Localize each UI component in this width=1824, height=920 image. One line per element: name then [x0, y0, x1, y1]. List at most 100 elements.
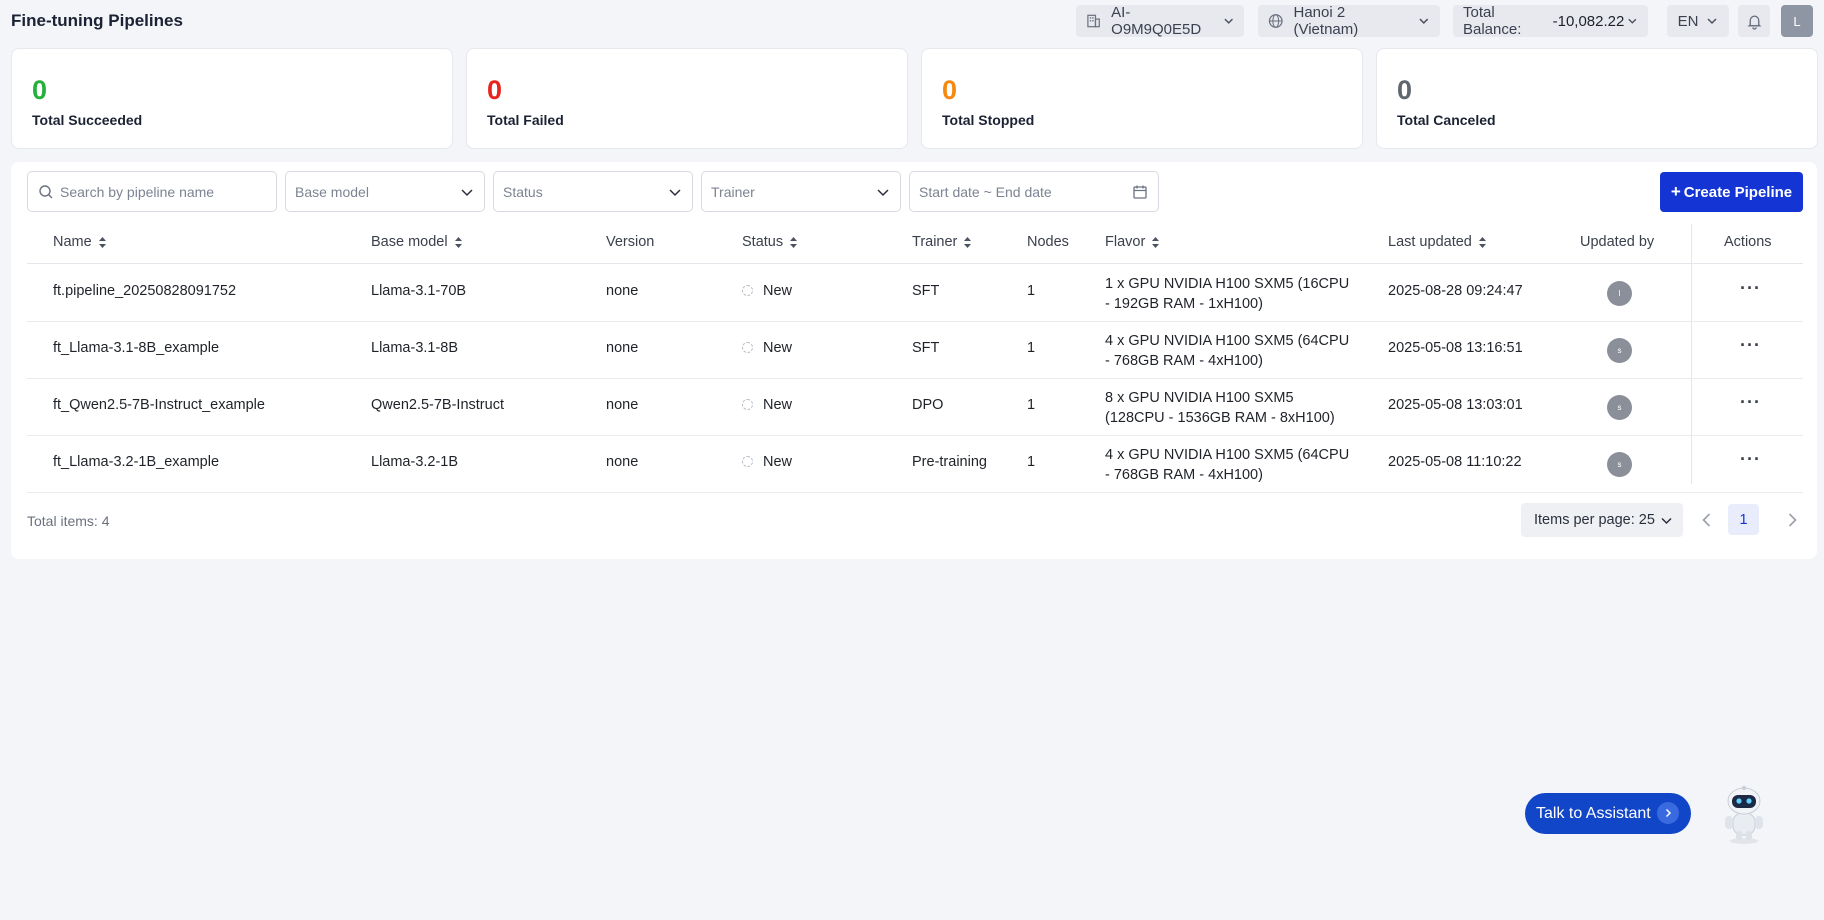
column-header-version: Version — [606, 234, 654, 250]
search-placeholder: Search by pipeline name — [60, 183, 215, 200]
table-row[interactable]: ft_Llama-3.2-1B_example Llama-3.2-1B non… — [27, 436, 1803, 493]
chevron-right-icon — [1657, 802, 1679, 824]
stat-card-stopped: 0 Total Stopped — [921, 48, 1363, 149]
column-header-base-model[interactable]: Base model — [371, 234, 463, 250]
updated-by-avatar: s — [1607, 395, 1632, 420]
total-items: Total items: 4 — [27, 513, 110, 529]
create-pipeline-label: Create Pipeline — [1683, 183, 1793, 201]
column-label: Nodes — [1027, 234, 1069, 250]
page-button-current[interactable]: 1 — [1728, 504, 1759, 535]
cell-version: none — [606, 283, 639, 299]
more-actions-icon[interactable]: ··· — [1740, 335, 1761, 356]
chevron-down-icon — [1419, 18, 1429, 24]
cell-trainer: Pre-training — [912, 454, 987, 470]
cell-base-model: Llama-3.2-1B — [371, 454, 459, 470]
balance-label: Total Balance: — [1463, 4, 1522, 38]
table-row[interactable]: ft_Qwen2.5-7B-Instruct_example Qwen2.5-7… — [27, 379, 1803, 436]
status-pending-icon — [742, 285, 753, 296]
stat-card-canceled: 0 Total Canceled — [1376, 48, 1818, 149]
chevron-right-icon[interactable] — [1782, 510, 1802, 530]
column-label: Version — [606, 234, 655, 250]
cell-trainer: SFT — [912, 283, 940, 299]
cell-flavor: 4 x GPU NVIDIA H100 SXM5 (64CPU - 768GB … — [1105, 447, 1350, 483]
sort-icon — [454, 236, 462, 248]
cell-name[interactable]: ft_Llama-3.2-1B_example — [53, 454, 219, 470]
chevron-down-icon — [669, 189, 681, 197]
search-input[interactable]: Search by pipeline name — [27, 171, 277, 212]
top-bar: Fine-tuning Pipelines AI-O9M9Q0E5D Hanoi… — [0, 0, 1824, 42]
cell-nodes: 1 — [1027, 283, 1036, 299]
cell-name[interactable]: ft_Llama-3.1-8B_example — [53, 340, 219, 356]
column-label: Base model — [371, 234, 448, 250]
column-header-nodes: Nodes — [1027, 234, 1069, 250]
updated-by-avatar: s — [1607, 338, 1632, 363]
status-pending-icon — [742, 456, 753, 467]
stat-label: Total Failed — [487, 112, 564, 128]
cell-version: none — [606, 454, 639, 470]
trainer-select[interactable]: Trainer — [701, 171, 901, 212]
language-label: EN — [1677, 12, 1699, 30]
create-pipeline-button[interactable]: + Create Pipeline — [1660, 172, 1803, 212]
globe-icon — [1268, 14, 1283, 28]
notifications-button[interactable] — [1738, 5, 1770, 37]
base-model-select[interactable]: Base model — [285, 171, 485, 212]
column-header-flavor[interactable]: Flavor — [1105, 234, 1160, 250]
status-pending-icon — [742, 342, 753, 353]
talk-to-assistant-button[interactable]: Talk to Assistant — [1525, 793, 1691, 834]
cell-status: New — [742, 340, 792, 356]
search-icon — [39, 185, 53, 199]
cell-version: none — [606, 340, 639, 356]
cell-last-updated: 2025-08-28 09:24:47 — [1388, 283, 1523, 299]
region-selector[interactable]: Hanoi 2 (Vietnam) — [1258, 4, 1440, 38]
date-range-picker[interactable]: Start date ~ End date — [909, 171, 1159, 212]
language-selector[interactable]: EN — [1667, 5, 1729, 37]
more-actions-icon[interactable]: ··· — [1740, 392, 1761, 413]
table-header: Name Base model Version Status Trainer N… — [27, 222, 1803, 264]
cell-nodes: 1 — [1027, 340, 1036, 356]
status-select[interactable]: Status — [493, 171, 693, 212]
table-row[interactable]: ft_Llama-3.1-8B_example Llama-3.1-8B non… — [27, 322, 1803, 379]
cell-status: New — [742, 454, 792, 470]
cell-base-model: Llama-3.1-70B — [371, 283, 467, 299]
robot-assistant-icon[interactable] — [1716, 785, 1772, 845]
chevron-left-icon[interactable] — [1697, 510, 1717, 530]
stat-label: Total Succeeded — [32, 112, 143, 128]
cell-trainer: DPO — [912, 397, 944, 413]
more-actions-icon[interactable]: ··· — [1740, 449, 1761, 470]
cell-last-updated: 2025-05-08 13:03:01 — [1388, 397, 1523, 413]
column-header-name[interactable]: Name — [53, 234, 107, 250]
stat-label: Total Stopped — [942, 112, 1035, 128]
user-avatar[interactable]: L — [1781, 5, 1813, 37]
column-header-status[interactable]: Status — [742, 234, 798, 250]
cell-last-updated: 2025-05-08 11:10:22 — [1388, 454, 1522, 470]
building-icon — [1087, 14, 1100, 28]
chevron-down-icon — [1707, 18, 1717, 25]
cell-status: New — [742, 397, 792, 413]
table-row[interactable]: ft.pipeline_20250828091752 Llama-3.1-70B… — [27, 265, 1803, 322]
chevron-down-icon — [1224, 18, 1233, 24]
cell-name[interactable]: ft.pipeline_20250828091752 — [53, 283, 236, 299]
assistant-label: Talk to Assistant — [1536, 804, 1651, 822]
column-header-trainer[interactable]: Trainer — [912, 234, 972, 250]
region-label: Hanoi 2 (Vietnam) — [1293, 4, 1359, 38]
page-title: Fine-tuning Pipelines — [11, 11, 183, 30]
bell-icon — [1747, 15, 1761, 30]
stat-value: 0 — [942, 75, 958, 105]
stat-value: 0 — [32, 75, 48, 105]
column-header-last-updated[interactable]: Last updated — [1388, 234, 1487, 250]
column-label: Flavor — [1105, 234, 1146, 250]
cell-base-model: Llama-3.1-8B — [371, 340, 459, 356]
cell-status: New — [742, 283, 792, 299]
items-per-page-select[interactable]: Items per page: 25 — [1521, 503, 1683, 537]
cell-name[interactable]: ft_Qwen2.5-7B-Instruct_example — [53, 397, 265, 413]
plus-icon: + — [1670, 182, 1681, 201]
more-actions-icon[interactable]: ··· — [1740, 278, 1761, 299]
status-pending-icon — [742, 399, 753, 410]
sort-icon — [790, 236, 798, 248]
column-label: Name — [53, 234, 92, 250]
base-model-placeholder: Base model — [295, 183, 369, 200]
balance-value: -10,082.22 ₫ — [1552, 12, 1626, 30]
stat-label: Total Canceled — [1397, 112, 1496, 128]
project-selector[interactable]: AI-O9M9Q0E5D — [1076, 4, 1244, 38]
balance-selector[interactable]: Total Balance: -10,082.22 ₫ — [1453, 4, 1648, 38]
